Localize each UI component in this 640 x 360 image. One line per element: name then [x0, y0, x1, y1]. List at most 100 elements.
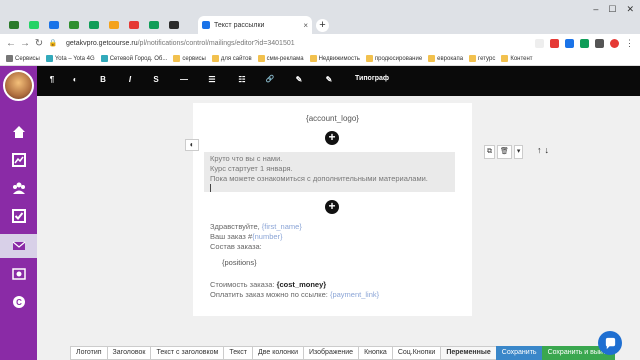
messages-nav[interactable] — [0, 234, 37, 258]
new-tab-button[interactable]: + — [316, 19, 329, 32]
copy-icon[interactable]: ⧉ — [484, 145, 495, 159]
payment-link-var: {payment_link} — [329, 290, 380, 299]
url-field[interactable]: getakvpro.getcourse.ru/pl/notifications/… — [66, 40, 295, 47]
bookmark-item[interactable]: Контент — [501, 55, 533, 62]
typograph-button[interactable]: Типограф — [355, 75, 389, 82]
back-icon[interactable]: ← — [6, 38, 16, 49]
chat-button[interactable] — [598, 331, 622, 355]
social-buttons-button[interactable]: Соц.Кнопки — [391, 346, 441, 360]
stats-nav[interactable] — [0, 148, 37, 172]
bold-button[interactable]: B — [96, 75, 110, 84]
logo-block-button[interactable]: Логотип — [70, 346, 107, 360]
bookmark-item[interactable]: для сайтов — [211, 55, 252, 62]
avatar[interactable] — [3, 70, 34, 101]
money-nav[interactable] — [0, 262, 37, 286]
bookmark-item[interactable]: гетурс — [469, 55, 495, 62]
text-block[interactable]: Круто что вы с нами. Курс стартует 1 янв… — [204, 152, 455, 192]
tasks-nav[interactable] — [0, 204, 37, 228]
folder-icon — [365, 55, 373, 62]
extension-icon[interactable] — [550, 38, 559, 48]
text-block-button[interactable]: Текст — [223, 346, 252, 360]
bookmark-item[interactable]: Недвижимость — [309, 55, 360, 62]
heading-block-button[interactable]: Заголовок — [106, 346, 151, 360]
site-icon — [49, 21, 59, 29]
bookmark-item[interactable]: Yota – Yota 4G — [45, 55, 95, 62]
profile-icon[interactable] — [610, 38, 619, 48]
menu-icon[interactable]: ⋮ — [625, 38, 634, 49]
italic-button[interactable]: I — [123, 75, 137, 84]
two-columns-button[interactable]: Две колонки — [251, 346, 303, 360]
text-with-heading-button[interactable]: Текст с заголовком — [150, 346, 224, 360]
email-canvas: {account_logo} + Круто что вы с нами. Ку… — [193, 103, 472, 316]
browser-tab[interactable] — [166, 18, 182, 32]
bullet-list-button[interactable]: ☰ — [205, 75, 219, 84]
reload-icon[interactable]: ↻ — [34, 38, 44, 49]
block-style-button[interactable]: ◐ — [185, 139, 199, 151]
order-block[interactable]: Здравствуйте, {first_name} Ваш заказ #{n… — [210, 222, 379, 300]
greeting-text: Здравствуйте, — [210, 222, 260, 231]
home-nav[interactable] — [0, 120, 37, 144]
hr-button[interactable]: — — [177, 75, 191, 84]
close-window-icon[interactable]: ✕ — [626, 4, 634, 15]
link-button[interactable]: 🔗 — [263, 75, 277, 83]
text-line: Круто что вы с нами. — [210, 154, 283, 163]
button-block-button[interactable]: Кнопка — [358, 346, 392, 360]
browser-tab[interactable] — [106, 18, 122, 32]
users-nav[interactable] — [0, 176, 37, 200]
editor-toolbar: ¶ ◐ B I S — ☰ ☷ 🔗 ✎ ✎ Типограф — [37, 66, 640, 96]
positions-var: {positions} — [222, 258, 257, 267]
bookmark-item[interactable]: продюсирование — [365, 55, 422, 62]
strike-button[interactable]: S — [149, 75, 163, 84]
extension-icon[interactable] — [565, 38, 574, 48]
bookmark-label: сервисы — [182, 55, 206, 62]
move-up-icon[interactable]: ↑ — [537, 145, 542, 155]
settings-nav[interactable]: C — [0, 290, 37, 314]
add-block-button[interactable]: + — [325, 200, 339, 214]
minimize-icon[interactable]: – — [593, 4, 598, 15]
bookmark-item[interactable]: Сетевой Город. Об... — [100, 55, 168, 62]
marker-button[interactable]: ✎ — [322, 75, 336, 84]
image-block-button[interactable]: Изображение — [302, 346, 359, 360]
browser-tab[interactable] — [46, 18, 62, 32]
chevron-down-icon[interactable]: ▾ — [513, 145, 524, 159]
lock-icon[interactable]: 🔒 — [48, 39, 58, 47]
bookmark-item[interactable]: еврокапа — [428, 55, 463, 62]
chart-icon — [11, 153, 26, 167]
bookmark-item[interactable]: сервисы — [173, 55, 206, 62]
url-host: getakvpro.getcourse.ru — [66, 39, 138, 47]
bookmark-item[interactable]: смм-реклама — [257, 55, 304, 62]
contrast-button[interactable]: ◐ — [68, 75, 82, 84]
sheets-icon — [89, 21, 99, 29]
order-text: Ваш заказ # — [210, 232, 253, 241]
number-list-button[interactable]: ☷ — [235, 75, 249, 84]
close-icon[interactable]: × — [303, 21, 308, 30]
move-down-icon[interactable]: ↓ — [545, 145, 550, 155]
account-logo-var[interactable]: {account_logo} — [193, 114, 472, 123]
star-icon[interactable] — [535, 38, 544, 48]
browser-tab[interactable] — [6, 18, 22, 32]
browser-tab[interactable] — [26, 18, 42, 32]
variables-button[interactable]: Переменные — [440, 346, 496, 360]
left-sidebar: C — [0, 66, 37, 360]
url-path: /pl/notifications/control/mailings/edito… — [137, 39, 295, 47]
number-var: {number} — [252, 232, 283, 241]
browser-tab[interactable] — [66, 18, 82, 32]
site-icon — [100, 55, 108, 62]
browser-tab[interactable] — [146, 18, 162, 32]
bookmark-item[interactable]: Сервисы — [6, 55, 40, 62]
folder-icon — [173, 55, 181, 62]
paragraph-button[interactable]: ¶ — [45, 75, 59, 84]
browser-tab[interactable] — [126, 18, 142, 32]
active-tab[interactable]: Текст рассылки × — [198, 16, 312, 34]
extension-icon[interactable] — [580, 38, 589, 48]
forward-icon[interactable]: → — [20, 38, 30, 49]
extension-icon[interactable] — [595, 38, 604, 48]
browser-tab[interactable] — [86, 18, 102, 32]
add-block-button[interactable]: + — [325, 131, 339, 145]
pen-button[interactable]: ✎ — [292, 75, 306, 84]
block-palette: Логотип Заголовок Текст с заголовком Тек… — [70, 346, 615, 360]
save-button[interactable]: Сохранить — [495, 346, 542, 360]
bookmark-label: Сетевой Город. Об... — [109, 55, 168, 62]
delete-icon[interactable]: 🗑 — [497, 145, 512, 159]
maximize-icon[interactable]: ☐ — [608, 4, 616, 15]
